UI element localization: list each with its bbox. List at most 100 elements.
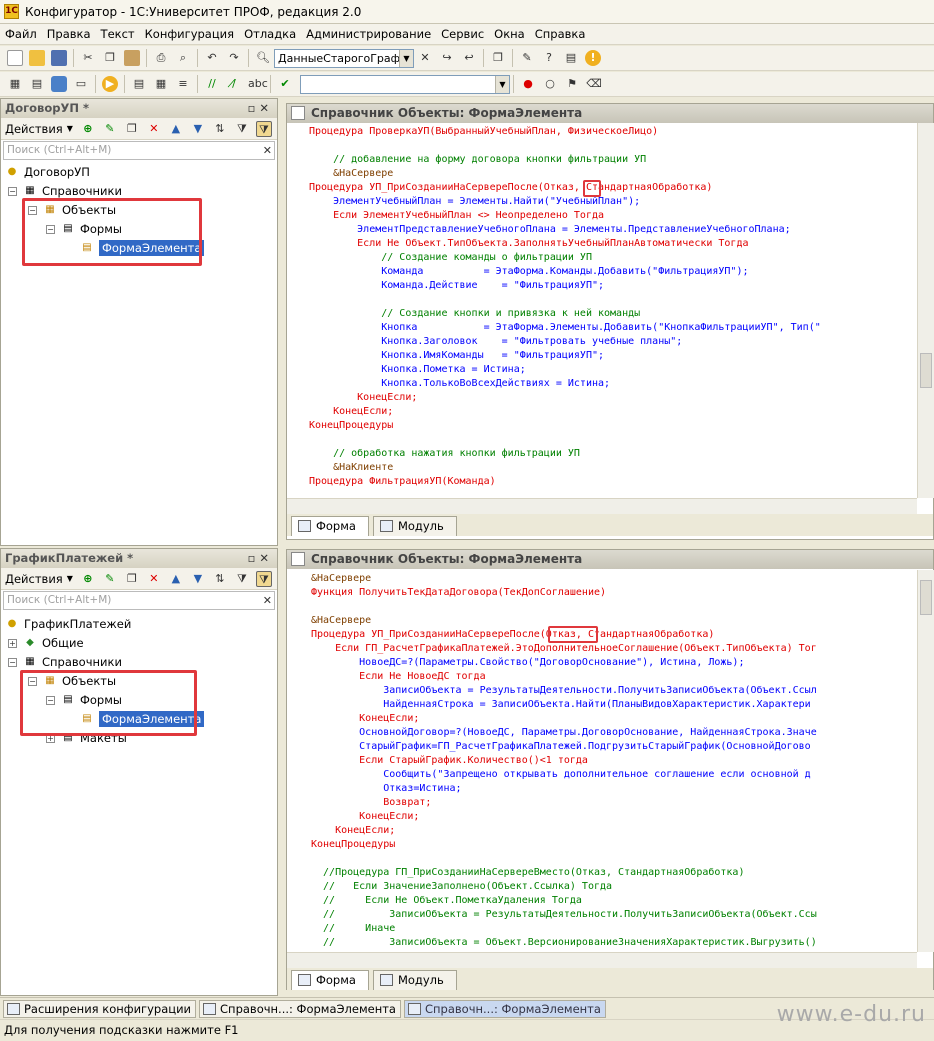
- code-line[interactable]: ЗаписиОбъекта = РезультатыДеятельности.П…: [311, 684, 912, 698]
- code-line[interactable]: // Создание кнопки и привязка к ней кома…: [309, 307, 912, 321]
- paste-icon[interactable]: [124, 50, 140, 66]
- collapse-icon[interactable]: −: [8, 186, 17, 196]
- sort-icon[interactable]: ⇅: [212, 121, 228, 137]
- object-properties-icon[interactable]: ▤: [29, 76, 45, 92]
- info-icon[interactable]: !: [585, 50, 601, 66]
- copy-icon[interactable]: ❐: [124, 571, 140, 587]
- find-icon[interactable]: 🔍︎: [255, 50, 271, 66]
- code-line[interactable]: [311, 600, 912, 614]
- code-line[interactable]: &НаКлиенте: [309, 461, 912, 475]
- open-folder-icon[interactable]: [29, 50, 45, 66]
- code-line[interactable]: КонецПроцедуры: [311, 838, 912, 852]
- code-line[interactable]: Функция ПолучитьТекДатаДоговора(ТекДопСо…: [311, 586, 912, 600]
- save-icon[interactable]: [51, 50, 67, 66]
- vertical-scrollbar[interactable]: [917, 570, 934, 952]
- filter-icon[interactable]: ⧩: [234, 571, 250, 587]
- menu-administration[interactable]: Администрирование: [301, 24, 436, 44]
- code-line[interactable]: Процедура ФильтрацияУП(Команда): [309, 475, 912, 489]
- code-line[interactable]: ЭлементПредставлениеУчебногоПлана = Элем…: [309, 223, 912, 237]
- active-filter-icon[interactable]: ⧩: [255, 120, 272, 137]
- scroll-thumb[interactable]: [920, 580, 932, 615]
- start-debug-icon[interactable]: ▶: [102, 76, 118, 92]
- menu-help[interactable]: Справка: [530, 24, 591, 44]
- actions-menu[interactable]: Действия: [5, 572, 63, 586]
- code-line[interactable]: Если ГП_РасчетГрафикаПлатежей.ЭтоДополни…: [311, 642, 912, 656]
- help-icon[interactable]: ?: [541, 50, 557, 66]
- code-line[interactable]: // обработка нажатия кнопки фильтрации У…: [309, 447, 912, 461]
- edit-icon[interactable]: ✎: [102, 121, 118, 137]
- code-line[interactable]: НовоеДС=?(Параметры.Свойство("ДоговорОсн…: [311, 656, 912, 670]
- add-icon[interactable]: ⊕: [80, 571, 96, 587]
- move-up-icon[interactable]: ▲: [168, 571, 184, 587]
- format-icon[interactable]: ≡: [175, 76, 191, 92]
- bookmark-icon[interactable]: ⚑: [564, 76, 580, 92]
- code-line[interactable]: ОсновнойДоговор=?(НовоеДС, Параметры.Дог…: [311, 726, 912, 740]
- tree-search-input[interactable]: Поиск (Ctrl+Alt+M) ✕: [3, 141, 275, 160]
- code-line[interactable]: Если СтарыйГрафик.Количество()<1 тогда: [311, 754, 912, 768]
- code-line[interactable]: ЭлементУчебныйПлан = Элементы.Найти("Уче…: [309, 195, 912, 209]
- task-extensions[interactable]: Расширения конфигурации: [3, 999, 197, 1018]
- spellcheck-icon[interactable]: abc: [248, 76, 268, 92]
- code-line[interactable]: [309, 433, 912, 447]
- find-next-icon[interactable]: ↪: [439, 50, 455, 66]
- collapse-icon[interactable]: −: [8, 657, 17, 667]
- tree-item-root[interactable]: ● ГрафикПлатежей: [5, 615, 132, 633]
- code-line[interactable]: Кнопка.ИмяКоманды = "ФильтрацияУП";: [309, 349, 912, 363]
- code-line[interactable]: &НаСервере: [311, 572, 912, 586]
- tab-form[interactable]: Форма: [291, 516, 369, 536]
- tree-item-common[interactable]: + ◆ Общие: [8, 634, 84, 652]
- horizontal-scrollbar[interactable]: [287, 498, 917, 514]
- code-line[interactable]: Если ЭлементУчебныйПлан <> Неопределено …: [309, 209, 912, 223]
- vertical-scrollbar[interactable]: [917, 123, 934, 498]
- tab-form[interactable]: Форма: [291, 970, 369, 990]
- delete-icon[interactable]: ✕: [146, 571, 162, 587]
- module-icon[interactable]: ▤: [131, 76, 147, 92]
- code-line[interactable]: [309, 293, 912, 307]
- code-line[interactable]: &НаСервере: [309, 167, 912, 181]
- menu-service[interactable]: Сервис: [436, 24, 489, 44]
- check-syntax-icon[interactable]: ✔: [277, 76, 293, 92]
- code-line[interactable]: КонецПроцедуры: [309, 419, 912, 433]
- horizontal-scrollbar[interactable]: [287, 952, 917, 968]
- code-line[interactable]: // Если ЗначениеЗаполнено(Объект.Ссылка)…: [311, 880, 912, 894]
- menu-debug[interactable]: Отладка: [239, 24, 301, 44]
- code-line[interactable]: Если Не Объект.ТипОбъекта.ЗаполнятьУчебн…: [309, 237, 912, 251]
- database-icon[interactable]: [51, 76, 67, 92]
- actions-menu[interactable]: Действия: [5, 122, 63, 136]
- task-form-1[interactable]: Справочн...: ФормаЭлемента: [199, 999, 401, 1018]
- code-line[interactable]: КонецЕсли;: [309, 405, 912, 419]
- expand-icon[interactable]: +: [8, 638, 17, 648]
- task-form-2[interactable]: Справочн...: ФормаЭлемента: [403, 999, 606, 1018]
- clear-icon[interactable]: ✕: [263, 592, 272, 609]
- clear-bookmarks-icon[interactable]: ⌫: [586, 76, 602, 92]
- menu-edit[interactable]: Правка: [42, 24, 96, 44]
- clear-search-icon[interactable]: ✕: [417, 50, 433, 66]
- code-line[interactable]: // Если Не Объект.ПометкаУдаления Тогда: [311, 894, 912, 908]
- move-down-icon[interactable]: ▼: [190, 121, 206, 137]
- breakpoint-icon[interactable]: ●: [520, 76, 536, 92]
- code-line[interactable]: КонецЕсли;: [311, 810, 912, 824]
- code-line[interactable]: Команда.Действие = "ФильтрацияУП";: [309, 279, 912, 293]
- code-line[interactable]: // Иначе: [311, 922, 912, 936]
- redo-icon[interactable]: ↷: [226, 50, 242, 66]
- undo-icon[interactable]: ↶: [204, 50, 220, 66]
- tree-item-catalogs[interactable]: − ▦ Справочники: [8, 653, 122, 671]
- uncomment-icon[interactable]: /̸: [226, 76, 242, 92]
- windows-icon[interactable]: ❐: [490, 50, 506, 66]
- code-line[interactable]: [309, 139, 912, 153]
- code-line[interactable]: Кнопка.Заголовок = "Фильтровать учебные …: [309, 335, 912, 349]
- menu-windows[interactable]: Окна: [489, 24, 530, 44]
- code-line[interactable]: Сообщить("Запрещено открывать дополнител…: [311, 768, 912, 782]
- code-line[interactable]: НайденнаяСтрока = ЗаписиОбъекта.Найти(Пл…: [311, 698, 912, 712]
- pin-icon[interactable]: ▫: [248, 551, 260, 565]
- code-line[interactable]: Кнопка.Пометка = Истина;: [309, 363, 912, 377]
- new-file-icon[interactable]: [7, 50, 23, 66]
- window-list-icon[interactable]: ▭: [73, 76, 89, 92]
- close-icon[interactable]: ✕: [259, 551, 273, 565]
- code-line[interactable]: Если Не НовоеДС тогда: [311, 670, 912, 684]
- find-prev-icon[interactable]: ↩: [461, 50, 477, 66]
- menu-text[interactable]: Текст: [96, 24, 140, 44]
- tree-search-input[interactable]: Поиск (Ctrl+Alt+M) ✕: [3, 591, 275, 610]
- add-icon[interactable]: ⊕: [80, 121, 96, 137]
- code-line[interactable]: КонецЕсли;: [311, 824, 912, 838]
